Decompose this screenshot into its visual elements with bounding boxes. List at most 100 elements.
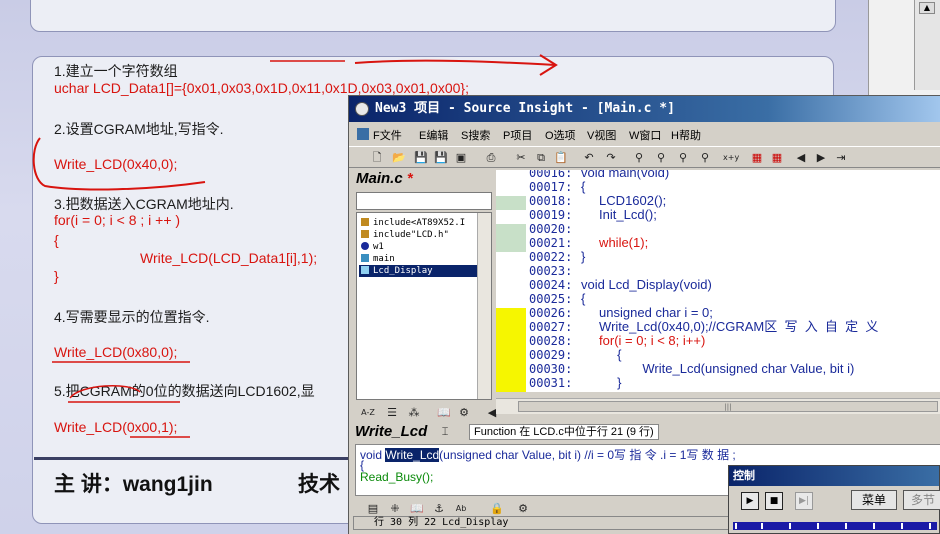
play-icon[interactable]: ▶ — [741, 492, 759, 510]
code-line[interactable]: 00019: Init_Lcd(); — [529, 208, 657, 223]
code-line[interactable]: 00020: — [529, 222, 581, 236]
save-icon[interactable]: 💾 — [413, 150, 429, 165]
source-insight-app-icon — [355, 102, 369, 116]
scroll-up-arrow-icon[interactable]: ▲ — [919, 2, 935, 14]
open-folder-icon[interactable]: 📂 — [391, 150, 407, 165]
control-title[interactable]: 控制 — [729, 466, 939, 486]
context-icon-2[interactable]: ⁜ — [387, 501, 403, 516]
code-line[interactable]: 00026: unsigned char i = 0; — [529, 306, 713, 321]
close-file-icon[interactable]: ▣ — [453, 150, 469, 165]
category-icon[interactable]: ⁂ — [406, 405, 422, 420]
file-name: Main.c — [356, 170, 403, 187]
new-file-icon[interactable]: 🗋 — [369, 150, 385, 165]
step-3-close-brace: } — [54, 268, 59, 284]
search-icon[interactable]: ⚲ — [631, 150, 647, 165]
code-line[interactable]: 00031: } — [529, 376, 621, 391]
code-text: Write_Lcd(unsigned char Value, bit i) — [581, 361, 855, 376]
lock-icon[interactable]: 🔒 — [489, 501, 505, 516]
search-backward-icon[interactable]: ⚲ — [653, 150, 669, 165]
background-scrollbar[interactable]: ▲ — [914, 0, 940, 90]
context-icon-1[interactable]: ▤ — [365, 501, 381, 516]
code-line[interactable]: 00016: void main(void) — [529, 170, 669, 180]
bookmark-prev-icon[interactable]: ▦ — [749, 150, 765, 165]
replace-icon[interactable]: x+y — [723, 150, 739, 165]
code-line[interactable]: 00018: LCD1602(); — [529, 194, 666, 209]
include-icon — [361, 230, 369, 238]
menu-window[interactable]: W窗口 — [629, 127, 661, 143]
stop-icon[interactable]: ■ — [765, 492, 783, 510]
code-line[interactable]: 00022:} — [529, 250, 585, 265]
search-forward-icon[interactable]: ⚲ — [675, 150, 691, 165]
step-3-loop-body: Write_LCD(LCD_Data1[i],1); — [140, 250, 318, 266]
control-menu-button[interactable]: 菜单 — [851, 490, 897, 510]
code-editor[interactable]: 00016: void main(void) 00017: {00018: LCD16… — [526, 170, 940, 392]
control-step-button[interactable]: 多节 — [903, 490, 940, 510]
undo-icon[interactable]: ↶ — [581, 150, 597, 165]
line-marker-gutter — [496, 170, 526, 392]
step-3-loop-line: for(i = 0; i < 8 ; i ++ ) — [54, 212, 181, 228]
menu-edit[interactable]: E编辑 — [419, 127, 448, 143]
code-line[interactable]: 00023: — [529, 264, 581, 278]
symbol-item-w1[interactable]: w1 — [361, 241, 384, 253]
back-arrow-icon[interactable]: ◀ — [793, 150, 809, 165]
menu-view[interactable]: V视图 — [587, 127, 616, 143]
symbol-item-main[interactable]: main — [361, 253, 395, 265]
properties-icon[interactable]: ⚙ — [456, 405, 472, 420]
cut-icon[interactable]: ✂ — [513, 150, 529, 165]
main-toolbar: 🗋 📂 💾 💾 ▣ ⎙ ✂ ⧉ 📋 ↶ ↷ ⚲ ⚲ ⚲ ⚲ x+y ▦ ▦ ◀ … — [349, 146, 940, 168]
menu-search[interactable]: S搜索 — [461, 127, 490, 143]
code-line[interactable]: 00027: Write_Lcd(0x40,0);//CGRAM区 写 入 自 … — [529, 320, 878, 335]
list-view-icon[interactable]: ☰ — [384, 405, 400, 420]
save-all-icon[interactable]: 💾 — [433, 150, 449, 165]
book-icon[interactable]: 📖 — [436, 405, 452, 420]
book-icon[interactable]: 📖 — [409, 501, 425, 516]
code-line[interactable]: 00021: while(1); — [529, 236, 648, 251]
properties-icon[interactable]: ⚙ — [515, 501, 531, 516]
copy-icon[interactable]: ⧉ — [533, 150, 549, 165]
code-line[interactable]: 00025: { — [529, 292, 585, 307]
context-window-header: Write_Lcd ⌶ Function 在 LCD.c中位于行 21 (9 行… — [349, 422, 940, 442]
window-title-bar[interactable]: New3 项目 - Source Insight - [Main.c *] — [349, 96, 940, 122]
scrollbar-thumb[interactable]: ||| — [518, 401, 938, 412]
search-files-icon[interactable]: ⚲ — [697, 150, 713, 165]
menu-help[interactable]: H帮助 — [671, 127, 701, 143]
forward-arrow-icon[interactable]: ▶ — [813, 150, 829, 165]
editor-horizontal-scrollbar[interactable]: ||| — [496, 398, 940, 414]
code-line[interactable]: 00029: { — [529, 348, 621, 363]
code-text: LCD1602(); — [581, 193, 667, 208]
menu-file[interactable]: F文件 — [373, 127, 402, 143]
symbol-item-include-at89x52[interactable]: include<AT89X52.I — [361, 217, 465, 229]
relation-icon[interactable]: ⚓ — [431, 501, 447, 516]
symbol-window-file-title: Main.c * — [356, 170, 413, 187]
gutter-marker — [496, 238, 526, 252]
playback-progress[interactable] — [733, 522, 937, 530]
step-3-heading: 3.把数据送入CGRAM地址内. — [54, 196, 234, 212]
paste-icon[interactable]: 📋 — [553, 150, 569, 165]
menu-options[interactable]: O选项 — [545, 127, 576, 143]
context-toggle-icon[interactable]: ⌶ — [437, 424, 453, 439]
step-4-heading: 4.写需要显示的位置指令. — [54, 309, 210, 325]
jump-icon[interactable]: ⇥ — [833, 150, 849, 165]
code-line[interactable]: 00028: for(i = 0; i < 8; i++) — [529, 334, 705, 349]
symbol-filter-input[interactable] — [356, 192, 492, 210]
line-number: 00017: — [529, 180, 573, 194]
step-icon[interactable]: ▶| — [795, 492, 813, 510]
sort-az-icon[interactable]: A-Z — [360, 405, 376, 420]
symbol-list-scrollbar[interactable] — [477, 213, 491, 399]
code-line[interactable]: 00024: void Lcd_Display(void) — [529, 278, 712, 293]
code-text: void main(void) — [581, 170, 670, 180]
bookmark-next-icon[interactable]: ▦ — [769, 150, 785, 165]
code-line[interactable]: 00017: { — [529, 180, 585, 195]
redo-icon[interactable]: ↷ — [603, 150, 619, 165]
abc-icon[interactable]: Ab — [453, 501, 469, 516]
print-icon[interactable]: ⎙ — [483, 150, 499, 165]
symbol-item-include-lcd[interactable]: include"LCD.h" — [361, 229, 449, 241]
variable-icon — [361, 242, 369, 250]
context-symbol-info: Function 在 LCD.c中位于行 21 (9 行) — [469, 424, 659, 440]
symbol-item-lcd-display[interactable]: Lcd_Display — [359, 265, 477, 277]
code-line[interactable]: 00030: Write_Lcd(unsigned char Value, bi… — [529, 362, 854, 377]
code-text: { — [581, 347, 622, 362]
code-text: Write_Lcd(0x40,0);//CGRAM区 写 入 自 定 义 — [581, 319, 879, 334]
symbol-window: Main.c * include<AT89X52.I include"LCD.h… — [353, 170, 496, 424]
menu-project[interactable]: P项目 — [503, 127, 532, 143]
